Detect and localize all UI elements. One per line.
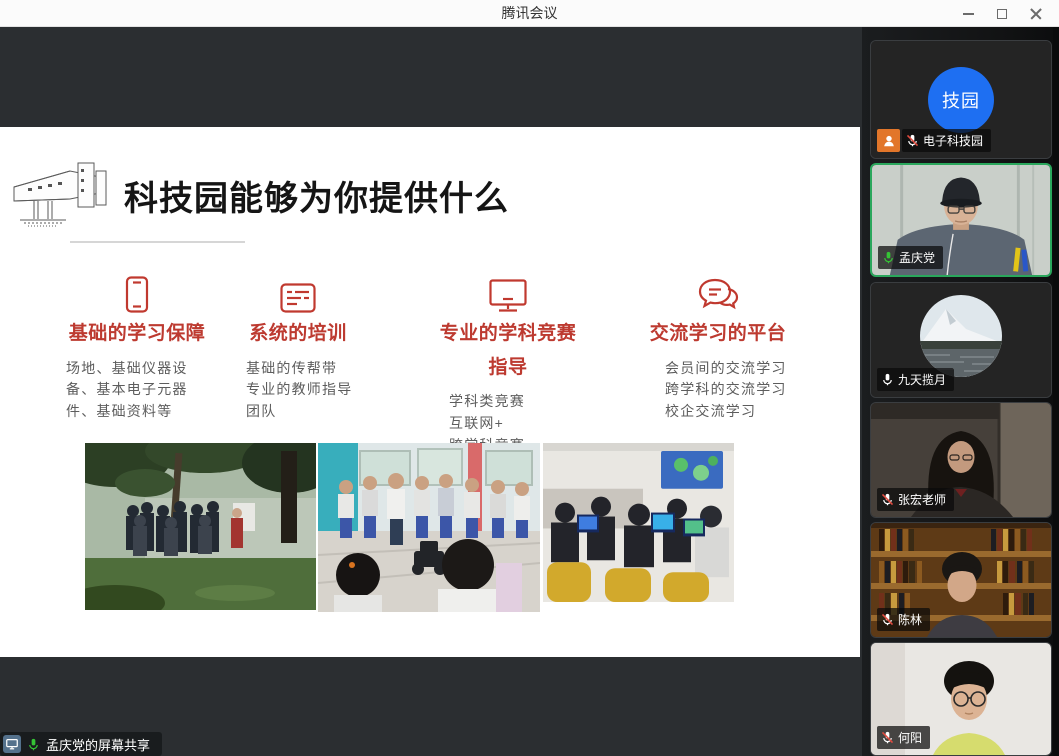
participant-tile[interactable]: 张宏老师 xyxy=(870,402,1052,518)
window-controls xyxy=(951,0,1053,27)
feature-body: 基础的传帮带 专业的教师指导 团队 xyxy=(222,358,374,423)
screen-share-label: 孟庆党的屏幕共享 xyxy=(46,735,150,754)
smartphone-icon xyxy=(56,275,218,313)
participant-tile[interactable]: 何阳 xyxy=(870,642,1052,756)
slide-photo-outdoor-activity xyxy=(85,443,316,610)
mic-on-icon xyxy=(881,373,894,386)
minimize-icon xyxy=(963,13,974,15)
feature-body-line: 件、基础资料等 xyxy=(66,401,218,423)
avatar: 技园 xyxy=(928,67,994,133)
mic-muted-icon xyxy=(881,613,894,626)
participant-label: 电子科技园 xyxy=(877,129,991,152)
window-title: 腾讯会议 xyxy=(0,0,1059,27)
participant-name: 张宏老师 xyxy=(898,491,946,508)
screen-share-icon xyxy=(3,735,21,753)
form-list-icon xyxy=(222,275,374,313)
participant-name: 孟庆党 xyxy=(899,249,935,266)
screen-share-banner: 孟庆党的屏幕共享 xyxy=(0,732,162,756)
participant-tile-active-speaker[interactable]: 孟庆党 xyxy=(870,163,1052,277)
shared-slide: 科技园能够为你提供什么 基础的学习保障 场地、基础仪器设 备、基本电子元器 件、… xyxy=(0,127,860,657)
participant-label: 九天揽月 xyxy=(877,368,954,391)
feature-column-exchange: 交流学习的平台 会员间的交流学习 跨学科的交流学习 校企交流学习 xyxy=(633,275,803,423)
close-icon xyxy=(1030,8,1042,20)
feature-body-line: 团队 xyxy=(246,401,374,423)
participant-tile[interactable]: 技园 电子科技园 xyxy=(870,40,1052,159)
participant-tile[interactable]: 陈林 xyxy=(870,522,1052,638)
building-sketch-icon xyxy=(8,157,112,233)
close-button[interactable] xyxy=(1019,0,1053,27)
minimize-button[interactable] xyxy=(951,0,985,27)
participant-label: 陈林 xyxy=(877,608,930,631)
feature-body-line: 互联网+ xyxy=(449,413,589,435)
feature-heading: 专业的学科竞赛 xyxy=(427,322,589,347)
mic-muted-icon xyxy=(881,493,894,506)
feature-heading: 系统的培训 xyxy=(222,322,374,347)
feature-body-line: 基础的传帮带 xyxy=(246,358,374,380)
mic-on-icon xyxy=(27,738,40,751)
avatar-text: 技园 xyxy=(942,87,980,113)
participant-label: 何阳 xyxy=(877,726,930,749)
feature-column-training: 系统的培训 基础的传帮带 专业的教师指导 团队 xyxy=(222,275,374,423)
feature-column-competition: 专业的学科竞赛 指导 学科类竞赛 互联网+ 跨学科竞赛 xyxy=(427,275,589,456)
feature-heading: 交流学习的平台 xyxy=(633,322,803,347)
participant-label: 孟庆党 xyxy=(878,246,943,269)
feature-column-basic-support: 基础的学习保障 场地、基础仪器设 备、基本电子元器 件、基础资料等 xyxy=(56,275,218,423)
feature-body-line: 校企交流学习 xyxy=(665,401,803,423)
feature-heading: 基础的学习保障 xyxy=(56,322,218,347)
feature-body-line: 场地、基础仪器设 xyxy=(66,358,218,380)
participant-name: 电子科技园 xyxy=(923,132,983,149)
feature-body-line: 学科类竞赛 xyxy=(449,391,589,413)
feature-heading-line2: 指导 xyxy=(427,356,589,381)
landscape-avatar xyxy=(920,295,1002,377)
mic-muted-icon xyxy=(906,134,919,147)
sidebar-scrollbar[interactable] xyxy=(1053,27,1059,756)
feature-body: 场地、基础仪器设 备、基本电子元器 件、基础资料等 xyxy=(56,358,218,423)
participant-name: 九天揽月 xyxy=(898,371,946,388)
feature-body-line: 跨学科的交流学习 xyxy=(665,379,803,401)
feature-body-line: 备、基本电子元器 xyxy=(66,379,218,401)
monitor-icon xyxy=(427,275,589,313)
maximize-icon xyxy=(997,9,1007,19)
mic-muted-icon xyxy=(881,731,894,744)
feature-body-line: 专业的教师指导 xyxy=(246,379,374,401)
maximize-button[interactable] xyxy=(985,0,1019,27)
host-badge-icon xyxy=(877,129,900,152)
mic-on-icon xyxy=(882,251,895,264)
participant-label: 张宏老师 xyxy=(877,488,954,511)
participants-sidebar: 技园 电子科技园 xyxy=(862,27,1059,756)
slide-photo-computer-lab xyxy=(543,443,734,602)
title-underline xyxy=(70,241,245,243)
window-titlebar: 腾讯会议 xyxy=(0,0,1059,27)
participant-tile[interactable]: 九天揽月 xyxy=(870,282,1052,398)
chat-bubbles-icon xyxy=(633,275,803,313)
participant-name: 陈林 xyxy=(898,611,922,628)
screen-share-stage: 科技园能够为你提供什么 基础的学习保障 场地、基础仪器设 备、基本电子元器 件、… xyxy=(0,27,862,756)
slide-photo-robot-demo xyxy=(318,443,540,612)
feature-body-line: 会员间的交流学习 xyxy=(665,358,803,380)
participant-name: 何阳 xyxy=(898,729,922,746)
slide-title: 科技园能够为你提供什么 xyxy=(124,171,509,220)
feature-body: 会员间的交流学习 跨学科的交流学习 校企交流学习 xyxy=(633,358,803,423)
